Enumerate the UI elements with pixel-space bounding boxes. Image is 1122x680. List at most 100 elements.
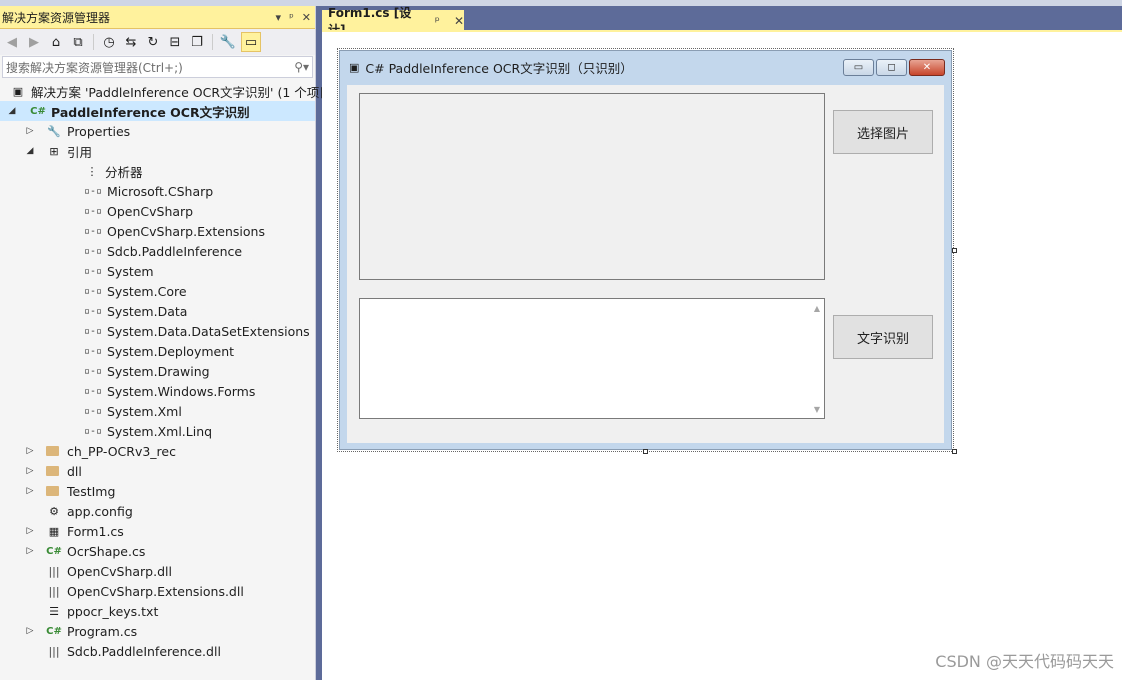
tree-item[interactable]: ▫-▫ OpenCvSharp	[62, 201, 193, 221]
tree-item[interactable]: ||| OpenCvSharp.Extensions.dll	[24, 581, 243, 601]
picture-box[interactable]	[359, 93, 825, 280]
vs-switch-views-icon[interactable]: ⧉	[69, 33, 87, 51]
expanded-arrow-icon[interactable]: ◢	[24, 146, 36, 156]
recognize-text-button[interactable]: 文字识别	[833, 315, 933, 359]
tree-item-label: Sdcb.PaddleInference.dll	[67, 643, 221, 659]
dropdown-icon[interactable]: ▾	[276, 11, 282, 24]
csharp-icon: C#	[46, 545, 62, 557]
solution-node[interactable]: ▣ 解决方案 'PaddleInference OCR文字识别' (1 个项目	[10, 81, 332, 101]
collapse-all-icon[interactable]: ⊟	[166, 33, 184, 51]
tree-item-label: System.Xml	[107, 403, 182, 419]
designed-form[interactable]: ▣ C# PaddleInference OCR文字识别（只识别） ▭ ◻ ✕ …	[339, 50, 952, 450]
tree-item[interactable]: ▫-▫ Sdcb.PaddleInference	[62, 241, 242, 261]
form-app-icon: ▣	[349, 60, 360, 74]
resize-handle-bottom[interactable]	[643, 449, 648, 454]
solution-search-input[interactable]: 搜索解决方案资源管理器(Ctrl+;) ⚲▾	[2, 56, 313, 78]
collapsed-arrow-icon[interactable]: ▷	[24, 466, 36, 476]
resize-handle-corner[interactable]	[952, 449, 957, 454]
collapsed-arrow-icon[interactable]: ▷	[24, 546, 36, 556]
tree-item-label: OcrShape.cs	[67, 543, 146, 559]
tree-item[interactable]: ☰ ppocr_keys.txt	[24, 601, 158, 621]
pin-icon[interactable]: ᵖ	[289, 11, 294, 24]
scroll-up-icon[interactable]: ▲	[814, 304, 820, 313]
tree-item[interactable]: ▫-▫ System.Deployment	[62, 341, 234, 361]
tree-item[interactable]: ▷ C# OcrShape.cs	[24, 541, 146, 561]
textbox-scrollbar[interactable]: ▲ ▼	[808, 299, 824, 418]
home-icon[interactable]: ⌂	[47, 33, 65, 51]
tree-item[interactable]: ▫-▫ System.Data	[62, 301, 187, 321]
result-textbox[interactable]: ▲ ▼	[359, 298, 825, 419]
tree-item[interactable]: ▫-▫ Microsoft.CSharp	[62, 181, 213, 201]
solution-explorer-toolbar: ◀ ▶ ⌂ ⧉ ◷ ⇆ ↻ ⊟ ❐ 🔧 ▭	[0, 29, 315, 55]
tree-item[interactable]: ▷ TestImg	[24, 481, 116, 501]
tree-item[interactable]: ▫-▫ OpenCvSharp.Extensions	[62, 221, 265, 241]
toolbar-separator	[212, 34, 213, 50]
tree-item[interactable]: ▷ ch_PP-OCRv3_rec	[24, 441, 176, 461]
collapsed-arrow-icon[interactable]: ▷	[24, 526, 36, 536]
maximize-icon[interactable]: ◻	[876, 59, 907, 76]
tree-item-label: ch_PP-OCRv3_rec	[67, 443, 176, 459]
minimize-icon[interactable]: ▭	[843, 59, 874, 76]
analyzer-icon: ⋮	[86, 164, 98, 178]
toolbar-separator	[93, 34, 94, 50]
pending-changes-filter-icon[interactable]: ◷	[100, 33, 118, 51]
folder-icon	[46, 486, 59, 496]
tree-item[interactable]: ▫-▫ System.Windows.Forms	[62, 381, 255, 401]
reference-icon: ▫-▫	[83, 425, 103, 437]
properties-wrench-icon[interactable]: 🔧	[219, 33, 237, 51]
collapsed-arrow-icon[interactable]: ▷	[24, 626, 36, 636]
tree-item-label: Properties	[67, 123, 131, 139]
tree-item-label: System.Deployment	[107, 343, 235, 359]
tree-item-label: OpenCvSharp	[107, 203, 194, 219]
tree-item[interactable]: ▫-▫ System.Core	[62, 281, 187, 301]
tab-form1-design[interactable]: Form1.cs [设计] ᵖ ✕	[322, 6, 464, 37]
reference-icon: ▫-▫	[83, 285, 103, 297]
select-image-button[interactable]: 选择图片	[833, 110, 933, 154]
tree-item[interactable]: ▷ ▦ Form1.cs	[24, 521, 124, 541]
tree-item[interactable]: ▷ 🔧 Properties	[24, 121, 131, 141]
tree-item[interactable]: ▫-▫ System.Xml.Linq	[62, 421, 212, 441]
back-icon[interactable]: ◀	[3, 33, 21, 51]
close-tab-icon[interactable]: ✕	[454, 14, 464, 28]
close-icon[interactable]: ✕	[302, 11, 311, 24]
tree-item[interactable]: ▷ dll	[24, 461, 82, 481]
tree-item[interactable]: ▫-▫ System.Data.DataSetExtensions	[62, 321, 310, 341]
close-window-icon[interactable]: ✕	[909, 59, 945, 76]
tree-item[interactable]: ▷ C# Program.cs	[24, 621, 138, 641]
scroll-down-icon[interactable]: ▼	[814, 405, 820, 414]
preview-selected-items-icon[interactable]: ▭	[241, 32, 261, 52]
tree-item-label: System.Core	[107, 283, 187, 299]
tree-item[interactable]: ▫-▫ System.Xml	[62, 401, 182, 421]
tree-item[interactable]: ||| Sdcb.PaddleInference.dll	[24, 641, 221, 661]
tree-item[interactable]: ◢ ⊞ 引用	[24, 141, 92, 161]
refresh-icon[interactable]: ↻	[144, 33, 162, 51]
folder-icon	[46, 446, 59, 456]
search-icon[interactable]: ⚲▾	[294, 60, 309, 74]
tree-item-label: Sdcb.PaddleInference	[107, 243, 243, 259]
tree-item[interactable]: ⋮ 分析器	[62, 161, 143, 181]
expanded-arrow-icon[interactable]: ◢	[6, 106, 18, 116]
collapsed-arrow-icon[interactable]: ▷	[24, 126, 36, 136]
reference-icon: ▫-▫	[83, 225, 103, 237]
tree-item[interactable]: ▫-▫ System	[62, 261, 154, 281]
tree-item-label: Program.cs	[67, 623, 138, 639]
project-node[interactable]: ◢ C# PaddleInference OCR文字识别	[0, 101, 315, 121]
show-all-files-icon[interactable]: ❐	[188, 33, 206, 51]
collapsed-arrow-icon[interactable]: ▷	[24, 486, 36, 496]
sync-active-document-icon[interactable]: ⇆	[122, 33, 140, 51]
pin-tab-icon[interactable]: ᵖ	[435, 14, 440, 28]
reference-icon: ▫-▫	[83, 245, 103, 257]
tree-item[interactable]: ||| OpenCvSharp.dll	[24, 561, 172, 581]
library-icon: |||	[48, 564, 60, 578]
tree-item[interactable]: ▫-▫ System.Drawing	[62, 361, 210, 381]
forward-icon[interactable]: ▶	[25, 33, 43, 51]
collapsed-arrow-icon[interactable]: ▷	[24, 446, 36, 456]
config-icon: ⚙	[49, 504, 59, 518]
reference-icon: ▫-▫	[83, 345, 103, 357]
tree-item-label: OpenCvSharp.dll	[67, 563, 172, 579]
form-title: C# PaddleInference OCR文字识别（只识别）	[365, 60, 633, 76]
tree-item-label: TestImg	[67, 483, 116, 499]
tree-item-label: System.Data.DataSetExtensions	[107, 323, 310, 339]
tree-item[interactable]: ⚙ app.config	[24, 501, 133, 521]
resize-handle-right[interactable]	[952, 248, 957, 253]
